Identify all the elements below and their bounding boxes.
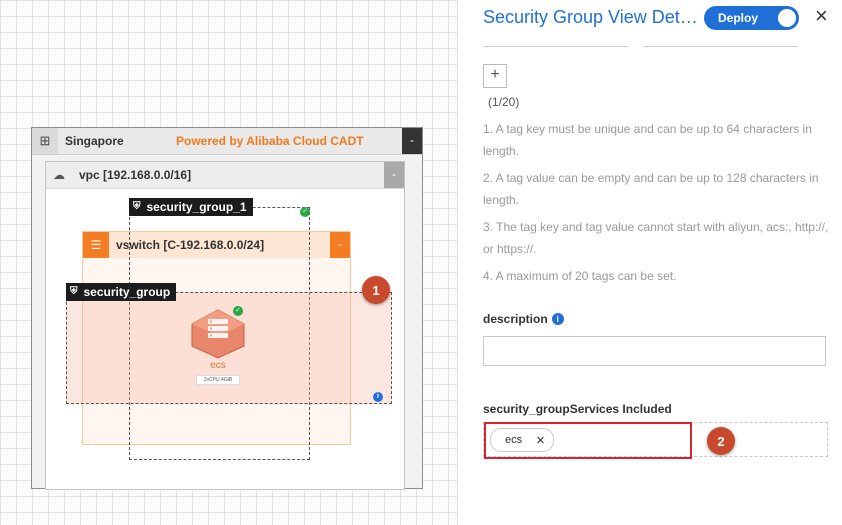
tag-tip-2: 2. A tag value can be empty and can be u… <box>483 171 819 207</box>
tag-key-field[interactable] <box>483 38 628 47</box>
tag-value-field[interactable] <box>643 38 798 47</box>
tag-tip-4: 4. A maximum of 20 tags can be set. <box>483 269 677 283</box>
powered-by-label: Powered by Alibaba Cloud CADT <box>176 134 364 148</box>
region-icon: ⊞ <box>32 128 58 154</box>
vswitch-icon: ☰ <box>83 232 109 258</box>
vpc-name: vpc [192.168.0.0/16] <box>79 168 192 182</box>
region-name: Singapore <box>65 134 124 148</box>
tag-count: (1/20) <box>488 95 520 109</box>
service-chip-ecs: ecs × <box>490 428 554 452</box>
security-group-label[interactable]: ⛨ security_group <box>66 283 177 301</box>
services-included-label: security_groupServices Included <box>483 402 672 416</box>
toggle-knob <box>778 9 796 27</box>
ecs-name: ecs <box>210 360 226 371</box>
cloud-icon: ☁ <box>53 168 65 182</box>
security-group-1-label[interactable]: ⛨ security_group_1 <box>129 198 253 216</box>
vpc-collapse-button[interactable]: - <box>384 162 404 188</box>
ecs-spec: 2vCPU 4GiB <box>196 375 240 385</box>
shield-icon: ⛨ <box>70 286 78 297</box>
info-icon[interactable]: i <box>373 392 383 402</box>
chip-remove-icon[interactable]: × <box>536 433 545 448</box>
security-group-name: security_group <box>83 285 171 299</box>
description-label-text: description <box>483 312 548 326</box>
close-icon[interactable]: × <box>815 4 828 28</box>
vswitch-collapse-button[interactable]: - <box>330 232 350 258</box>
callout-marker-2: 2 <box>707 427 735 455</box>
security-group-1-name: security_group_1 <box>146 200 247 214</box>
region-header: ⊞ Singapore Powered by Alibaba Cloud CAD… <box>32 128 422 155</box>
service-chip-label: ecs <box>505 434 523 446</box>
deploy-label: Deploy <box>718 11 759 25</box>
tag-tip-3: 3. The tag key and tag value cannot star… <box>483 220 829 256</box>
deploy-toggle[interactable]: Deploy <box>704 6 799 30</box>
description-input[interactable] <box>483 336 826 366</box>
callout-marker-1: 1 <box>362 276 390 304</box>
tag-tip-1: 1. A tag key must be unique and can be u… <box>483 122 812 158</box>
description-label: description i <box>483 312 564 326</box>
shield-icon: ⛨ <box>133 201 141 212</box>
region-collapse-button[interactable]: - <box>402 128 422 154</box>
check-icon: ✓ <box>233 306 243 316</box>
info-icon[interactable]: i <box>551 313 564 325</box>
topology-canvas[interactable]: ⊞ Singapore Powered by Alibaba Cloud CAD… <box>0 0 458 525</box>
check-icon: ✓ <box>300 207 310 217</box>
vpc-header: ☁ vpc [192.168.0.0/16] - <box>46 162 404 189</box>
details-panel: Security Group View Details Deploy × + (… <box>458 0 842 525</box>
ecs-node[interactable]: ecs 2vCPU 4GiB <box>188 308 248 386</box>
add-tag-button[interactable]: + <box>483 64 507 88</box>
panel-title: Security Group View Details <box>483 7 698 27</box>
